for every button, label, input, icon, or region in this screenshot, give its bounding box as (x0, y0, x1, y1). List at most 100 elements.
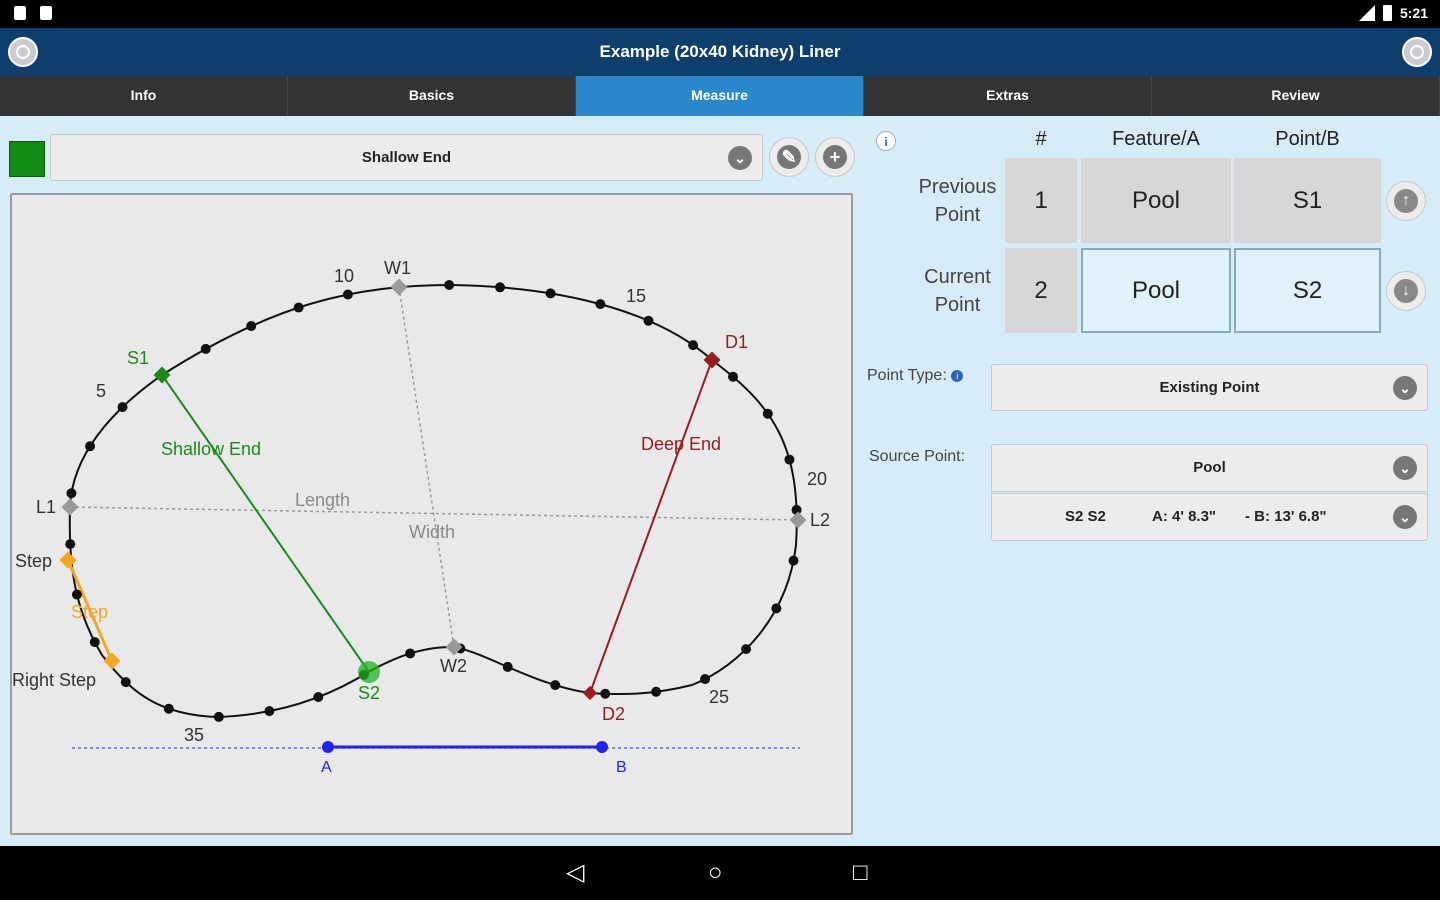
outline-point[interactable] (246, 321, 257, 332)
edit-button[interactable]: ✎ (769, 137, 809, 177)
grid-header-feature: Feature/A (1112, 128, 1200, 150)
plus-icon: + (823, 145, 847, 169)
outline-point[interactable] (762, 408, 773, 419)
notification-icon (40, 6, 52, 20)
outline-point[interactable] (89, 637, 100, 648)
label-w2: W2 (440, 656, 467, 676)
point-w1[interactable] (390, 278, 408, 296)
deep-end-line[interactable] (589, 359, 713, 694)
outline-point[interactable] (600, 688, 611, 699)
current-point-num: 2 (1005, 248, 1077, 333)
outline-point[interactable] (405, 648, 416, 659)
outline-point[interactable] (651, 686, 662, 697)
outline-point[interactable] (117, 402, 128, 413)
point-b[interactable] (596, 741, 608, 753)
system-status: 5:21 (1358, 5, 1428, 21)
outline-point[interactable] (313, 692, 324, 703)
outline-point[interactable] (545, 288, 556, 299)
outline-point[interactable] (688, 340, 699, 351)
outline-point[interactable] (771, 603, 782, 614)
outline-point[interactable] (495, 282, 506, 293)
label-10: 10 (334, 266, 354, 286)
current-point-feature[interactable]: Pool (1081, 248, 1231, 333)
tab-measure[interactable]: Measure (576, 76, 864, 116)
pool-diagram[interactable]: W1 W2 L1 L2 S1 S2 D1 D2 5 10 15 20 25 35… (10, 193, 853, 835)
measurement-select[interactable]: Shallow End ⌄ (50, 134, 763, 181)
label-35: 35 (184, 725, 204, 745)
outline-point[interactable] (342, 289, 353, 300)
label-20: 20 (807, 469, 827, 489)
pool-diagram-svg[interactable]: W1 W2 L1 L2 S1 S2 D1 D2 5 10 15 20 25 35… (12, 195, 851, 833)
outline-point[interactable] (595, 299, 606, 310)
outline-points (65, 280, 802, 722)
outline-point[interactable] (65, 539, 76, 550)
label-5: 5 (96, 381, 106, 401)
point-type-label: Point Type: i (867, 367, 964, 385)
point-a[interactable] (322, 741, 334, 753)
outline-point[interactable] (264, 706, 275, 717)
grid-header-num: # (1035, 128, 1047, 150)
outline-point[interactable] (728, 371, 739, 382)
system-nav-bar: ◁ ○ □ (0, 846, 1440, 900)
source-point-detail-name: S2 S2 (1065, 508, 1106, 525)
point-step-bottom[interactable] (103, 652, 121, 670)
previous-point-num: 1 (1005, 158, 1077, 243)
add-button[interactable]: + (815, 137, 855, 177)
outline-point[interactable] (213, 711, 224, 722)
outline-point[interactable] (120, 677, 131, 688)
tab-review[interactable]: Review (1152, 76, 1440, 116)
label-shallow-end: Shallow End (161, 439, 261, 459)
point-s1[interactable] (153, 366, 171, 384)
point-type-select[interactable]: Existing Point ⌄ (991, 364, 1428, 411)
source-point-detail-select[interactable]: S2 S2 A: 4' 8.3" - B: 13' 6.8" ⌄ (991, 493, 1428, 541)
nav-back-icon[interactable]: ◁ (566, 858, 584, 888)
nav-recents-icon[interactable]: □ (853, 858, 868, 888)
tab-extras[interactable]: Extras (864, 76, 1152, 116)
point-l2[interactable] (789, 511, 807, 529)
outline-point[interactable] (293, 302, 304, 313)
point-d2[interactable] (582, 685, 598, 701)
shallow-end-line[interactable] (161, 374, 370, 673)
info-circle-icon[interactable]: i (876, 131, 896, 151)
current-point-point[interactable]: S2 (1234, 248, 1381, 333)
measurement-color-swatch[interactable] (9, 141, 45, 177)
current-point-label: Current Point (924, 266, 991, 316)
info-circle-icon[interactable]: i (951, 369, 964, 382)
outline-point[interactable] (163, 703, 174, 714)
point-step-top[interactable] (59, 551, 77, 569)
outline-point[interactable] (741, 644, 752, 655)
outline-point[interactable] (788, 555, 799, 566)
point-s2[interactable] (358, 661, 380, 683)
outline-point[interactable] (784, 454, 795, 465)
status-bar: 5:21 (0, 0, 1440, 28)
outline-point[interactable] (85, 441, 96, 452)
info-circle-icon[interactable] (1402, 37, 1432, 67)
chevron-down-icon: ⌄ (1393, 375, 1417, 400)
outline-point[interactable] (71, 589, 82, 600)
tab-basics[interactable]: Basics (288, 76, 576, 116)
outline-point[interactable] (550, 680, 561, 691)
outline-point[interactable] (502, 661, 513, 672)
move-down-button[interactable]: ↓ (1386, 271, 1426, 311)
previous-point-point[interactable]: S1 (1234, 158, 1381, 243)
outline-point[interactable] (444, 280, 455, 291)
battery-icon (1382, 5, 1392, 21)
point-l1[interactable] (61, 498, 79, 516)
nav-home-icon[interactable]: ○ (708, 858, 723, 888)
label-right-step: Right Step (12, 670, 96, 690)
pool-outline (68, 283, 798, 719)
label-a: A (321, 759, 332, 776)
label-s1: S1 (127, 348, 149, 368)
chevron-down-icon: ⌄ (1393, 456, 1417, 480)
tab-info[interactable]: Info (0, 76, 288, 116)
move-up-button[interactable]: ↑ (1386, 181, 1426, 221)
outline-point[interactable] (643, 315, 654, 326)
outline-point[interactable] (200, 343, 211, 354)
clock: 5:21 (1399, 5, 1428, 21)
outline-point[interactable] (66, 488, 77, 499)
previous-point-feature[interactable]: Pool (1081, 158, 1231, 243)
outline-point[interactable] (700, 674, 711, 685)
source-point-value: Pool (1193, 459, 1226, 476)
source-point-select[interactable]: Pool ⌄ (991, 444, 1428, 492)
label-15: 15 (626, 286, 646, 306)
